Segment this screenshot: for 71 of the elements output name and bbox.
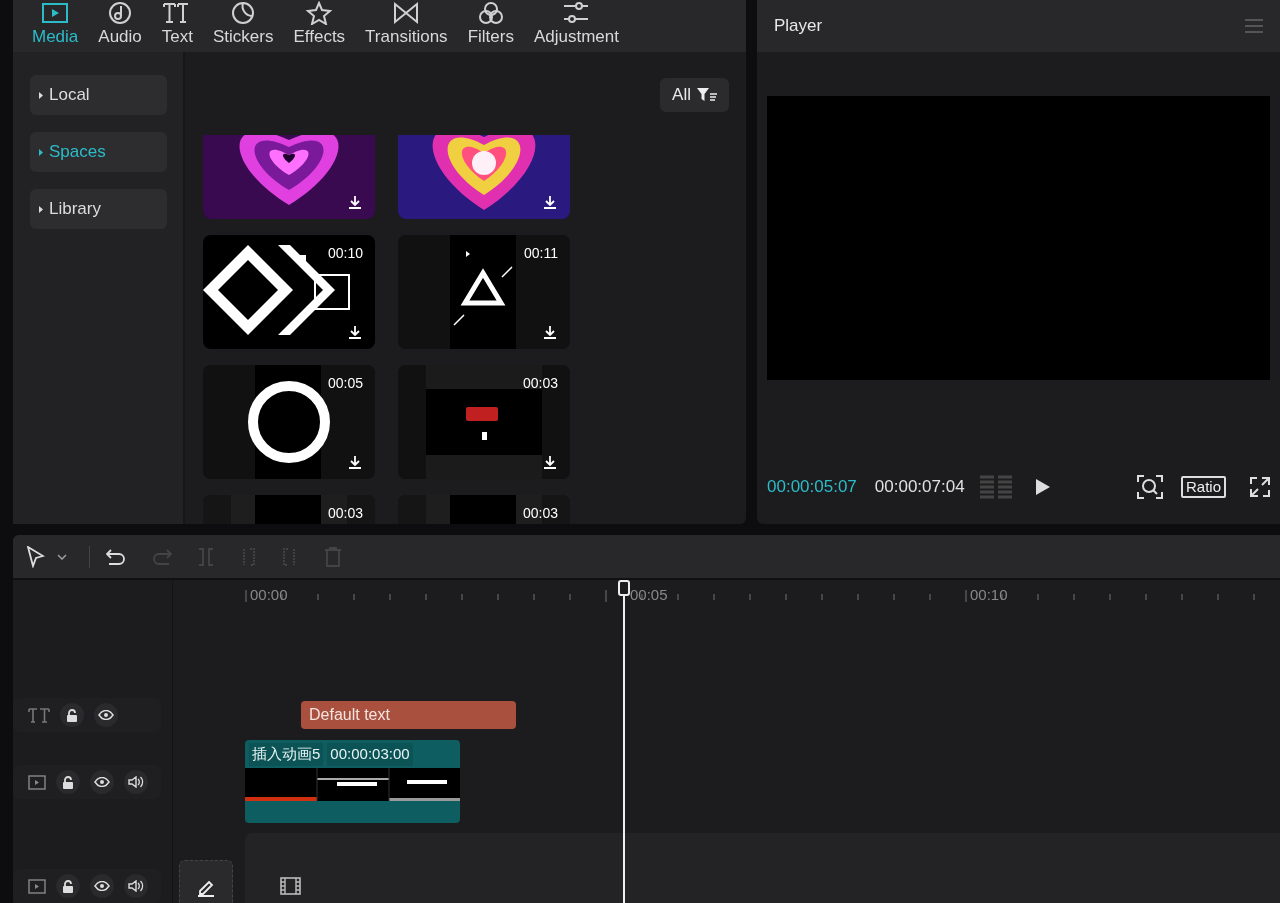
chevron-down-icon[interactable] bbox=[57, 553, 67, 560]
duration-label: 00:11 bbox=[524, 244, 558, 263]
tab[interactable]: Stickers bbox=[204, 1, 283, 52]
fullscreen-icon[interactable] bbox=[1250, 477, 1270, 497]
panel-title: Player bbox=[774, 15, 823, 38]
filter-icon bbox=[697, 88, 717, 102]
tab-label: Filters bbox=[467, 26, 514, 48]
caret-right-icon bbox=[39, 91, 43, 99]
text-icon bbox=[28, 707, 50, 723]
download-icon[interactable] bbox=[349, 196, 361, 209]
download-icon[interactable] bbox=[544, 456, 556, 469]
filters-icon bbox=[476, 1, 505, 25]
download-icon[interactable] bbox=[349, 326, 361, 339]
tab-label: Media bbox=[32, 26, 79, 48]
star-icon bbox=[305, 1, 334, 25]
caret-right-icon bbox=[39, 205, 43, 213]
current-time: 00:00:05:07 bbox=[767, 476, 857, 499]
eye-icon[interactable] bbox=[90, 874, 114, 898]
filter-button[interactable]: All bbox=[660, 78, 729, 112]
tab[interactable]: Adjustment bbox=[524, 1, 628, 52]
tab-label: Adjustment bbox=[533, 26, 619, 48]
tab[interactable]: Media bbox=[23, 1, 88, 52]
clip-title: 插入动画5 bbox=[249, 743, 324, 766]
edit-cover-button[interactable] bbox=[179, 860, 233, 903]
ruler-label: 00:10 bbox=[970, 585, 1008, 605]
speaker-icon[interactable] bbox=[124, 770, 148, 794]
sidebar-item[interactable]: Spaces bbox=[30, 132, 167, 172]
lock-icon[interactable] bbox=[56, 770, 80, 794]
eye-icon[interactable] bbox=[90, 770, 114, 794]
duration-label: 00:05 bbox=[327, 374, 363, 393]
lock-icon[interactable] bbox=[60, 703, 84, 727]
tab[interactable]: Audio bbox=[89, 1, 151, 52]
undo-icon[interactable] bbox=[106, 548, 126, 565]
video-clip[interactable]: 插入动画5 00:00:03:00 bbox=[245, 740, 460, 823]
tab[interactable]: Transitions bbox=[356, 1, 457, 52]
ratio-button[interactable]: Ratio bbox=[1180, 476, 1226, 498]
duration-label: 00:03 bbox=[522, 374, 558, 393]
eye-icon[interactable] bbox=[94, 703, 118, 727]
playhead[interactable] bbox=[616, 580, 632, 903]
speaker-icon[interactable] bbox=[124, 874, 148, 898]
pointer-icon[interactable] bbox=[27, 545, 45, 568]
duration-label: 00:10 bbox=[327, 244, 363, 263]
tab-label: Audio bbox=[98, 26, 142, 48]
clip-duration: 00:00:03:00 bbox=[327, 743, 413, 766]
duration-label: 00:03 bbox=[522, 504, 558, 523]
zoom-fit-icon[interactable] bbox=[1136, 475, 1163, 499]
ruler-label: 00:05 bbox=[630, 585, 668, 605]
tab-label: Stickers bbox=[213, 26, 274, 48]
total-time: 00:00:07:04 bbox=[874, 476, 965, 499]
caret-right-icon bbox=[39, 148, 43, 156]
tab-label: Text bbox=[161, 26, 193, 48]
tab[interactable]: Text bbox=[152, 1, 202, 52]
tab-label: Effects bbox=[293, 26, 346, 48]
video-icon bbox=[41, 1, 70, 25]
film-icon[interactable] bbox=[280, 877, 301, 895]
play-icon[interactable] bbox=[1035, 479, 1050, 495]
video-icon bbox=[28, 774, 46, 790]
sidebar-item[interactable]: Library bbox=[30, 189, 167, 229]
duration-label: 00:03 bbox=[327, 504, 363, 523]
lock-icon[interactable] bbox=[56, 874, 80, 898]
ruler-label: 00:00 bbox=[250, 585, 288, 605]
tab[interactable]: Filters bbox=[458, 1, 523, 52]
download-icon[interactable] bbox=[349, 456, 361, 469]
download-icon[interactable] bbox=[544, 326, 556, 339]
download-icon[interactable] bbox=[544, 196, 556, 209]
tab[interactable]: Effects bbox=[284, 1, 355, 52]
text-clip[interactable]: Default text bbox=[301, 701, 516, 729]
video-icon bbox=[28, 878, 46, 894]
tab-label: Transitions bbox=[365, 26, 448, 48]
sidebar-item[interactable]: Local bbox=[30, 75, 167, 115]
transition-icon bbox=[392, 1, 421, 25]
